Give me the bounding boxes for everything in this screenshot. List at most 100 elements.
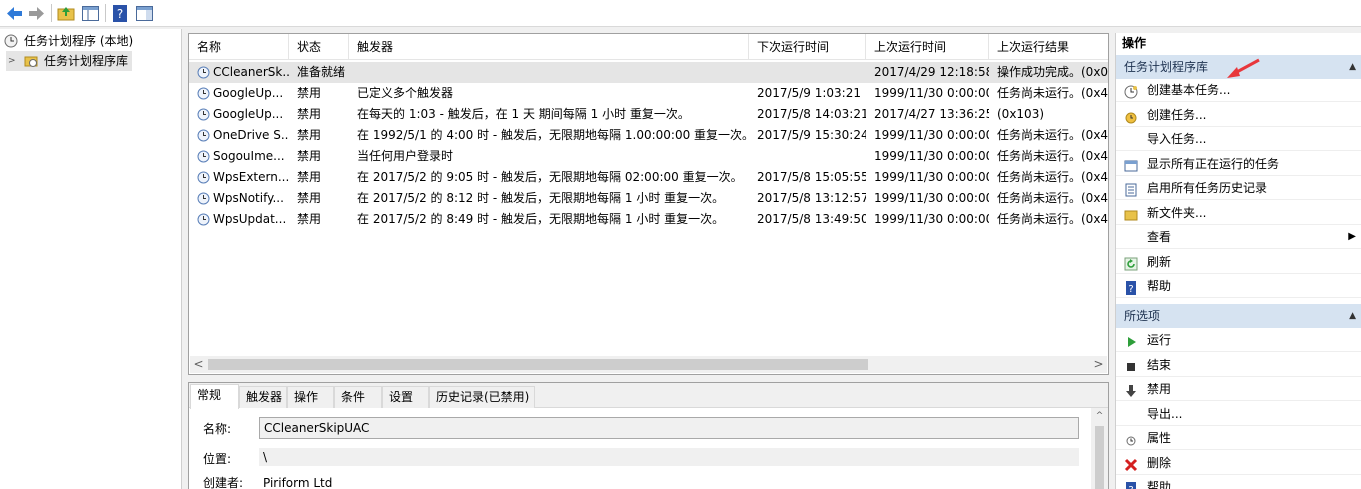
collapse-icon[interactable]: ▲ [1349, 304, 1356, 328]
actions-title: 操作 [1116, 33, 1361, 53]
cell-next: 2017/5/8 14:03:21 [757, 107, 866, 121]
scroll-right-icon[interactable]: > [1090, 356, 1107, 373]
scroll-left-icon[interactable]: < [190, 356, 207, 373]
action-item[interactable]: 删除 [1116, 451, 1361, 475]
scrollbar-thumb[interactable] [208, 359, 868, 370]
detail-tabs: 常规 触发器 操作 条件 设置 历史记录(已禁用) [189, 383, 1108, 409]
folder-up-icon[interactable] [56, 3, 77, 24]
action-label: 属性 [1147, 431, 1172, 445]
section-selected-item[interactable]: 所选项 ▲ [1116, 304, 1361, 328]
tab-general[interactable]: 常规 [190, 384, 239, 409]
chevron-right-icon[interactable]: > [8, 51, 16, 71]
cell-result: 任务尚未运行。(0x4 [997, 128, 1109, 142]
cell-name: OneDrive S... [213, 128, 289, 142]
clock-icon [4, 34, 18, 48]
help-icon: ? [1124, 480, 1138, 489]
forward-icon[interactable] [26, 3, 47, 24]
column-header-last-run[interactable]: 上次运行时间 [866, 34, 989, 60]
horizontal-scrollbar[interactable]: < > [190, 356, 1107, 373]
cell-trigger: 在 2017/5/2 的 8:12 时 - 触发后，无限期地每隔 1 小时 重复… [357, 191, 725, 205]
action-pane-icon[interactable] [134, 3, 155, 24]
cell-trigger: 在每天的 1:03 - 触发后，在 1 天 期间每隔 1 小时 重复一次。 [357, 107, 690, 121]
table-row[interactable]: SogouIme... 禁用 当任何用户登录时 1999/11/30 0:00:00 任… [189, 146, 1108, 167]
history-icon [1124, 181, 1138, 197]
section-label: 所选项 [1124, 309, 1161, 323]
tree-root-label: 任务计划程序 (本地) [24, 34, 134, 48]
back-icon[interactable] [4, 3, 25, 24]
tree-item-label: 任务计划程序库 [44, 54, 129, 68]
action-item[interactable]: 导出... [1116, 402, 1361, 426]
tree-item-task-library[interactable]: > 任务计划程序库 [6, 51, 132, 71]
cell-name: SogouIme... [213, 149, 285, 163]
location-value: \ [259, 448, 1079, 466]
action-item[interactable]: 属性 [1116, 426, 1361, 450]
name-field[interactable]: CCleanerSkipUAC [259, 417, 1079, 439]
tab-settings[interactable]: 设置 [382, 386, 429, 408]
action-item[interactable]: 查看 ▶ [1116, 225, 1361, 249]
folder-icon [1124, 206, 1138, 220]
cell-next: 2017/5/8 15:05:55 [757, 170, 866, 184]
table-row[interactable]: GoogleUp... 禁用 已定义多个触发器 2017/5/9 1:03:21 199… [189, 83, 1109, 104]
toolbar-separator [51, 4, 52, 22]
action-item[interactable]: 运行 [1116, 328, 1361, 352]
cell-status: 禁用 [297, 107, 322, 121]
column-header-name[interactable]: 名称 [189, 34, 289, 60]
action-item[interactable]: 结束 [1116, 353, 1361, 377]
action-item[interactable]: 创建任务... [1116, 103, 1361, 127]
table-row[interactable]: WpsUpdat... 禁用 在 2017/5/2 的 8:49 时 - 触发后，无… [189, 209, 1108, 230]
tree-root[interactable]: 任务计划程序 (本地) [4, 31, 180, 51]
action-item[interactable]: 禁用 [1116, 377, 1361, 401]
action-item[interactable]: ? 帮助 [1116, 274, 1361, 298]
action-label: 新文件夹... [1147, 205, 1207, 220]
action-label: 导入任务... [1147, 132, 1207, 146]
action-label: 禁用 [1147, 382, 1172, 396]
task-clock-icon [197, 171, 210, 184]
table-row[interactable]: GoogleUp... 禁用 在每天的 1:03 - 触发后，在 1 天 期间每隔 … [189, 104, 1108, 125]
action-item[interactable]: 刷新 [1116, 250, 1361, 274]
column-header-status[interactable]: 状态 [289, 34, 349, 60]
action-item[interactable]: 启用所有任务历史记录 [1116, 176, 1361, 200]
name-label: 名称: [203, 422, 232, 436]
action-item[interactable]: 新文件夹... [1116, 201, 1361, 225]
cell-status: 禁用 [297, 149, 322, 163]
actions-pane: 操作 任务计划程序库 ▲ 创建基本任务... 创建任务... 导入任务... 显示所有… [1115, 33, 1361, 489]
tab-history[interactable]: 历史记录(已禁用) [429, 386, 535, 408]
task-clock-icon [197, 129, 210, 142]
cell-status: 禁用 [297, 170, 322, 184]
action-item[interactable]: 导入任务... [1116, 127, 1361, 151]
column-header-last-result[interactable]: 上次运行结果 [989, 34, 1108, 60]
properties-icon [1124, 431, 1138, 446]
svg-text:?: ? [1128, 284, 1133, 295]
cell-last: 1999/11/30 0:00:00 [874, 86, 989, 100]
toolbar: ? [0, 0, 1361, 27]
action-item[interactable]: 显示所有正在运行的任务 [1116, 152, 1361, 176]
column-header-trigger[interactable]: 触发器 [349, 34, 749, 60]
cell-result: 任务尚未运行。(0x4 [997, 86, 1109, 100]
action-item[interactable]: 创建基本任务... [1116, 78, 1361, 102]
console-tree-icon[interactable] [80, 3, 101, 24]
scroll-up-icon[interactable]: ^ [1091, 408, 1108, 425]
action-label: 查看 [1147, 230, 1172, 244]
table-row[interactable]: OneDrive S... 禁用 在 1992/5/1 的 4:00 时 - 触发后… [189, 125, 1109, 146]
red-arrow-annotation [1227, 58, 1260, 78]
vertical-scrollbar[interactable]: ^ [1091, 408, 1108, 489]
task-list: 名称 状态 触发器 下次运行时间 上次运行时间 上次运行结果 CCleanerS… [188, 33, 1109, 375]
table-row[interactable]: WpsExtern... 禁用 在 2017/5/2 的 9:05 时 - 触发后，… [189, 167, 1108, 188]
action-label: 显示所有正在运行的任务 [1147, 156, 1280, 171]
scrollbar-thumb[interactable] [1095, 426, 1104, 489]
tab-actions[interactable]: 操作 [287, 386, 334, 408]
folder-clock-icon [24, 54, 38, 68]
table-row[interactable]: WpsNotify... 禁用 在 2017/5/2 的 8:12 时 - 触发后，… [189, 188, 1108, 209]
tab-conditions[interactable]: 条件 [334, 386, 382, 408]
cell-trigger: 在 2017/5/2 的 8:49 时 - 触发后，无限期地每隔 1 小时 重复… [357, 212, 725, 226]
column-header-next-run[interactable]: 下次运行时间 [749, 34, 866, 60]
action-label: 删除 [1147, 455, 1172, 470]
task-clock-icon [197, 150, 210, 163]
table-row[interactable]: CCleanerSk... 准备就绪 2017/4/29 12:18:58 操作成功完… [189, 62, 1108, 83]
tab-triggers[interactable]: 触发器 [239, 386, 287, 408]
action-item[interactable]: ? 帮助 [1116, 475, 1361, 489]
action-label: 启用所有任务历史记录 [1147, 181, 1268, 195]
cell-last: 1999/11/30 0:00:00 [874, 149, 989, 163]
collapse-icon[interactable]: ▲ [1349, 55, 1356, 79]
help-icon[interactable]: ? [110, 3, 131, 24]
